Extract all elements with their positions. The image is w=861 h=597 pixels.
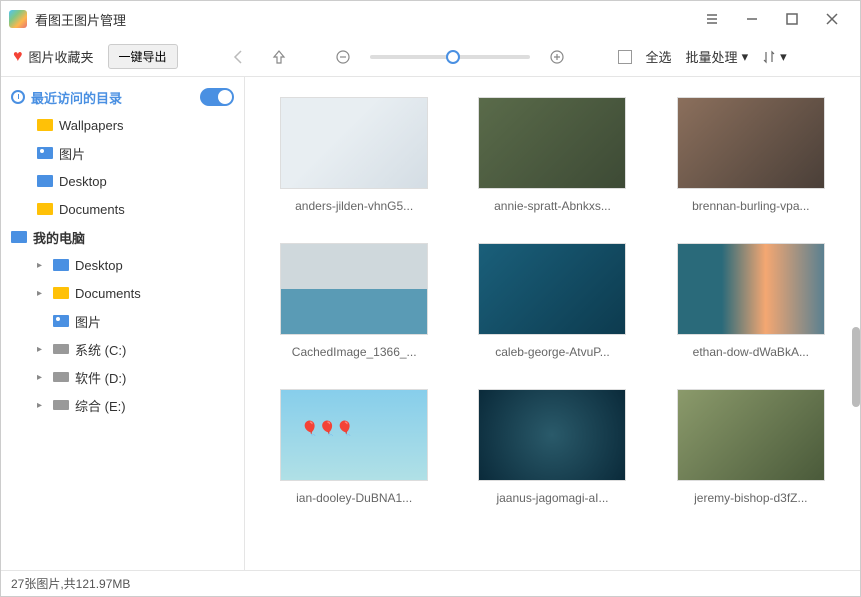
status-text: 27张图片,共121.97MB [11,575,130,592]
folder-icon [37,203,53,215]
thumbnail-label: CachedImage_1366_... [292,345,417,359]
tree-item-label: 综合 (E:) [75,396,126,415]
tree-item-documents[interactable]: ▸ Documents [1,279,244,307]
menu-button[interactable] [692,1,732,37]
select-all-label: 全选 [646,47,672,66]
thumbnail-label: ian-dooley-DuBNA1... [296,491,412,505]
thumbnail-label: ethan-dow-dWaBkA... [693,345,809,359]
scrollbar[interactable] [852,327,860,407]
up-button[interactable] [266,44,292,70]
tree-item-label: 系统 (C:) [75,340,126,359]
expand-icon[interactable]: ▸ [37,344,47,355]
thumbnail-label: annie-spratt-Abnkxs... [494,199,611,213]
tree-item-label: Documents [75,286,141,301]
thumbnail-label: anders-jilden-vhnG5... [295,199,413,213]
heart-icon: ♥ [13,48,23,66]
sort-dropdown[interactable]: ▾ [762,49,787,65]
window-title: 看图王图片管理 [35,10,692,29]
thumbnail-item[interactable]: brennan-burling-vpa... [672,97,830,213]
content-area: anders-jilden-vhnG5... annie-spratt-Abnkx… [245,77,860,570]
tree-item-pictures[interactable]: ▸图片 [1,307,244,335]
zoom-slider[interactable] [370,55,530,59]
sort-icon [762,50,776,64]
thumbnail-item[interactable]: ethan-dow-dWaBkA... [672,243,830,359]
sidebar-item-label: Desktop [59,174,107,189]
thumbnail-image [280,389,428,481]
tree-item-label: 图片 [75,312,101,331]
recent-header[interactable]: 最近访问的目录 [1,83,244,111]
mycomputer-label: 我的电脑 [33,228,85,247]
chevron-down-icon: ▾ [742,49,749,65]
thumbnail-label: caleb-george-AtvuP... [495,345,610,359]
thumbnail-label: jaanus-jagomagi-aI... [496,491,608,505]
zoom-in-button[interactable] [544,44,570,70]
maximize-button[interactable] [772,1,812,37]
thumbnail-label: brennan-burling-vpa... [692,199,809,213]
thumbnail-label: jeremy-bishop-d3fZ... [694,491,807,505]
sidebar-item-desktop[interactable]: Desktop [1,167,244,195]
recent-toggle[interactable] [200,88,234,106]
export-button[interactable]: 一键导出 [108,44,178,69]
picture-icon [53,315,69,327]
computer-icon [11,231,27,243]
favorites-label: 图片收藏夹 [29,47,94,66]
chevron-down-icon: ▾ [780,49,787,65]
thumbnail-item[interactable]: ian-dooley-DuBNA1... [275,389,433,505]
thumbnail-image [677,243,825,335]
thumbnail-item[interactable]: anders-jilden-vhnG5... [275,97,433,213]
sidebar-item-pictures[interactable]: 图片 [1,139,244,167]
thumbnail-image [478,97,626,189]
thumbnail-image [280,97,428,189]
sidebar-item-label: Wallpapers [59,118,124,133]
recent-label: 最近访问的目录 [31,88,122,107]
expand-icon[interactable]: ▸ [37,372,47,383]
tree-item-label: Desktop [75,258,123,273]
thumbnail-image [677,389,825,481]
minimize-button[interactable] [732,1,772,37]
picture-icon [37,147,53,159]
disk-icon [53,400,69,410]
app-icon [9,10,27,28]
back-button[interactable] [226,44,252,70]
folder-icon [37,119,53,131]
clock-icon [11,90,25,104]
thumbnail-item[interactable]: annie-spratt-Abnkxs... [473,97,631,213]
thumbnail-image [677,97,825,189]
tree-item-desktop[interactable]: ▸ Desktop [1,251,244,279]
sidebar: 最近访问的目录 Wallpapers 图片 Desktop Documents … [1,77,245,570]
monitor-icon [53,259,69,271]
tree-item-label: 软件 (D:) [75,368,126,387]
zoom-out-button[interactable] [330,44,356,70]
batch-label: 批量处理 [686,47,738,66]
monitor-icon [37,175,53,187]
thumbnail-image [478,389,626,481]
folder-icon [53,287,69,299]
thumbnail-image [478,243,626,335]
sidebar-item-label: Documents [59,202,125,217]
expand-icon[interactable]: ▸ [37,260,47,271]
thumbnail-item[interactable]: jaanus-jagomagi-aI... [473,389,631,505]
mycomputer-header[interactable]: 我的电脑 [1,223,244,251]
favorites-link[interactable]: ♥ 图片收藏夹 [13,47,94,66]
close-button[interactable] [812,1,852,37]
expand-icon[interactable]: ▸ [37,400,47,411]
thumbnail-item[interactable]: jeremy-bishop-d3fZ... [672,389,830,505]
batch-dropdown[interactable]: 批量处理 ▾ [686,47,749,66]
disk-icon [53,344,69,354]
thumbnail-item[interactable]: caleb-george-AtvuP... [473,243,631,359]
expand-icon[interactable]: ▸ [37,288,47,299]
tree-item-drive-d[interactable]: ▸ 软件 (D:) [1,363,244,391]
select-all-checkbox[interactable] [618,50,632,64]
sidebar-item-label: 图片 [59,144,85,163]
thumbnail-image [280,243,428,335]
thumbnail-item[interactable]: CachedImage_1366_... [275,243,433,359]
tree-item-drive-e[interactable]: ▸ 综合 (E:) [1,391,244,419]
tree-item-drive-c[interactable]: ▸ 系统 (C:) [1,335,244,363]
sidebar-item-documents[interactable]: Documents [1,195,244,223]
disk-icon [53,372,69,382]
sidebar-item-wallpapers[interactable]: Wallpapers [1,111,244,139]
